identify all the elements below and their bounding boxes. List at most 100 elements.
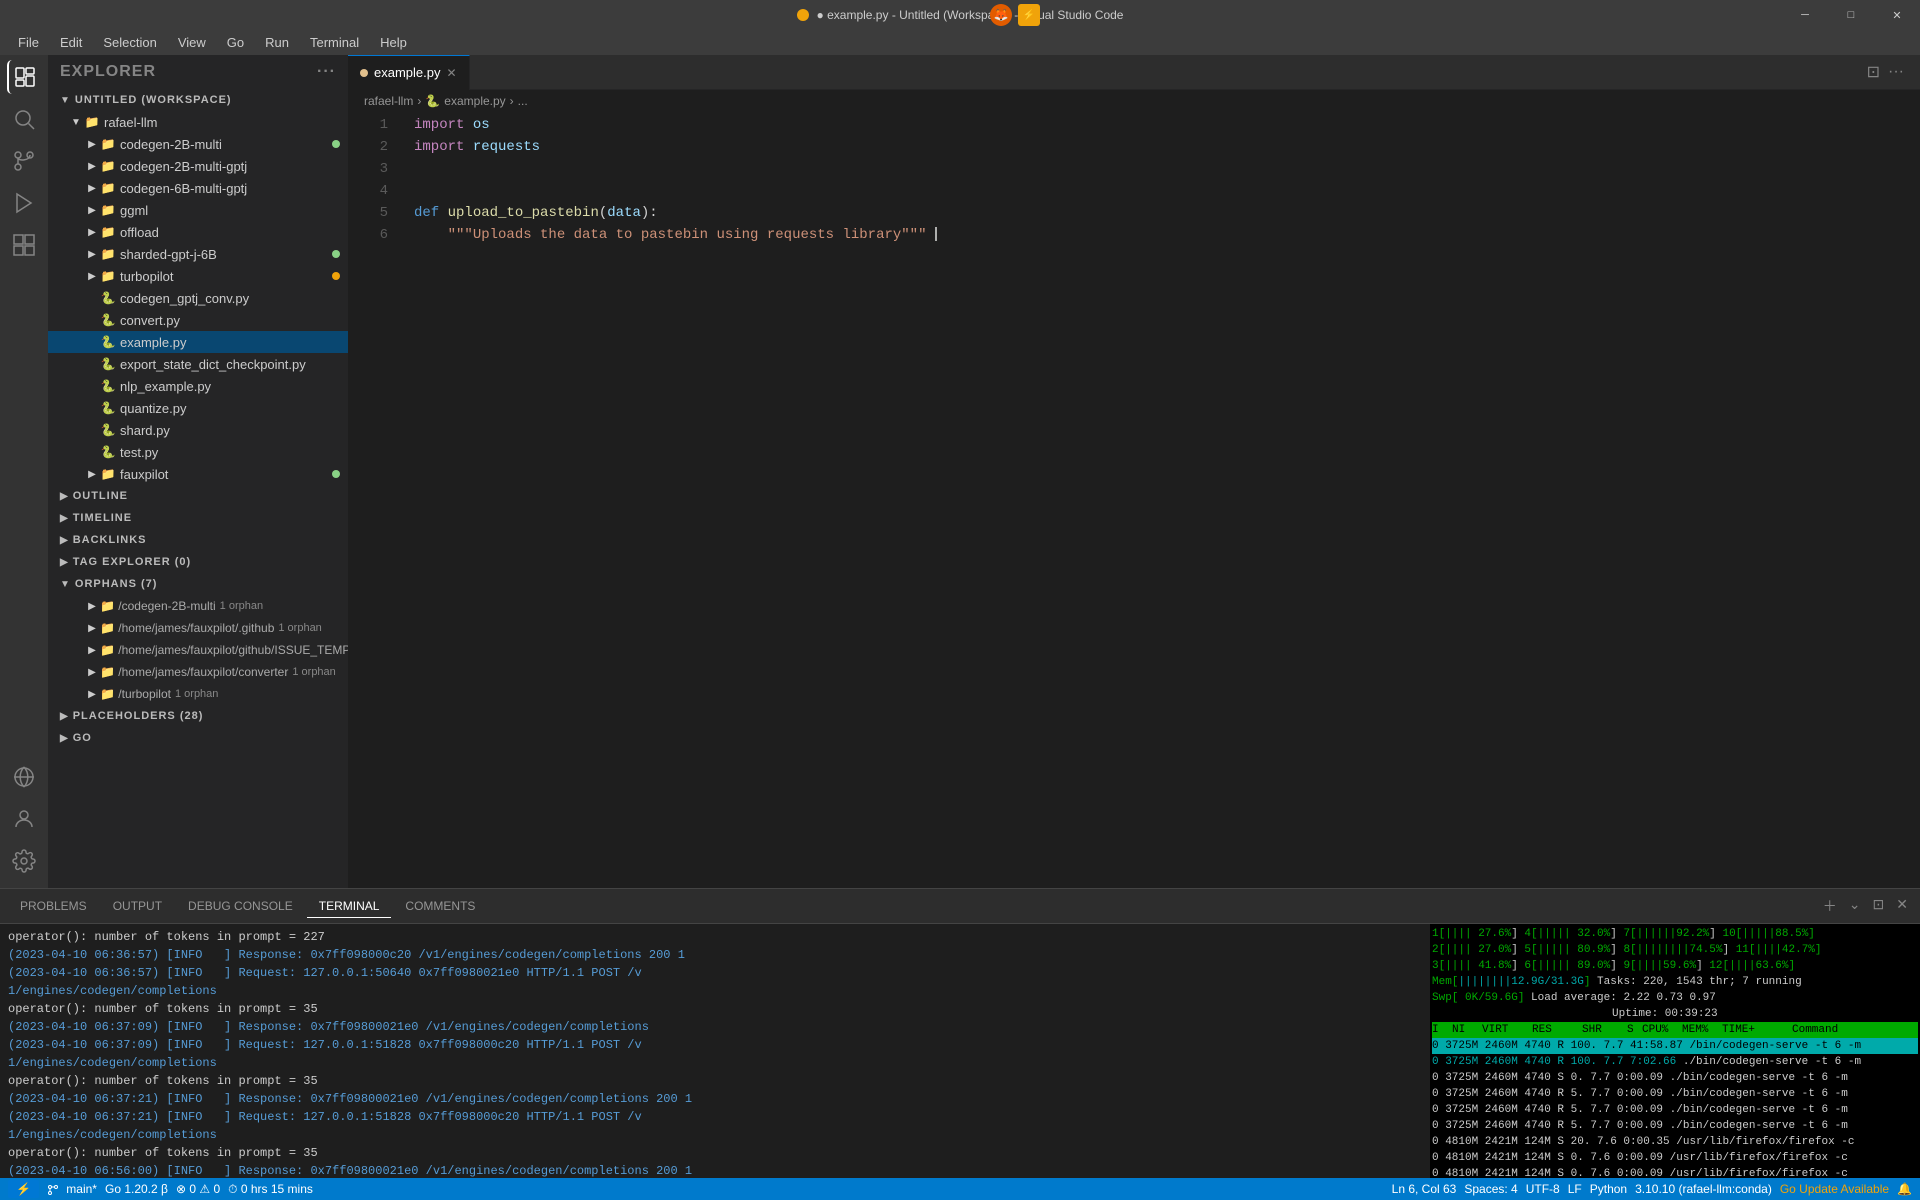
folder-codegen-2b-multi[interactable]: ▶ 📁 codegen-2B-multi: [48, 133, 348, 155]
file-convert[interactable]: ▶ 🐍 convert.py: [48, 309, 348, 331]
section-label: PLACEHOLDERS (28): [73, 710, 204, 722]
orphan-turbopilot[interactable]: ▶ 📁 /turbopilot 1 orphan: [48, 683, 348, 705]
remote-indicator[interactable]: ⚡: [8, 1180, 39, 1198]
time-indicator[interactable]: ⏱ 0 hrs 15 mins: [228, 1182, 313, 1197]
tab-close-icon[interactable]: ✕: [446, 66, 456, 80]
explorer-activity-icon[interactable]: [7, 60, 41, 94]
menu-view[interactable]: View: [170, 33, 214, 52]
terminal-close-icon[interactable]: ✕: [1892, 894, 1912, 918]
python-file-icon: 🐍: [100, 400, 116, 416]
sync-badge: [332, 140, 340, 148]
tag-explorer-section[interactable]: ▶ TAG EXPLORER (0): [48, 551, 348, 573]
tab-terminal[interactable]: TERMINAL: [307, 895, 392, 918]
breadcrumb-symbol[interactable]: ...: [518, 94, 528, 108]
encoding-indicator[interactable]: UTF-8: [1526, 1182, 1560, 1196]
folder-sharded[interactable]: ▶ 📁 sharded-gpt-j-6B: [48, 243, 348, 265]
file-codegen-gptj-conv[interactable]: ▶ 🐍 codegen_gptj_conv.py: [48, 287, 348, 309]
add-terminal-icon[interactable]: ＋: [1819, 894, 1841, 918]
folder-codegen-6b-multi-gptj[interactable]: ▶ 📁 codegen-6B-multi-gptj: [48, 177, 348, 199]
file-nlp[interactable]: ▶ 🐍 nlp_example.py: [48, 375, 348, 397]
file-example[interactable]: ▶ 🐍 example.py: [48, 331, 348, 353]
code-editor-main[interactable]: 1 2 3 4 5 6 import os import requests de…: [348, 112, 1920, 888]
menu-selection[interactable]: Selection: [95, 33, 164, 52]
titlebar: ● example.py - Untitled (Workspace) - Vi…: [0, 0, 1920, 30]
file-quantize[interactable]: ▶ 🐍 quantize.py: [48, 397, 348, 419]
folder-chevron: ▶: [84, 642, 100, 658]
branch-indicator[interactable]: main*: [47, 1182, 97, 1196]
tab-modified-dot: [360, 69, 368, 77]
menu-help[interactable]: Help: [372, 33, 415, 52]
go-update-indicator[interactable]: Go Update Available: [1780, 1182, 1889, 1196]
terminal-output[interactable]: operator(): number of tokens in prompt =…: [0, 924, 1430, 1178]
maximize-button[interactable]: □: [1828, 0, 1874, 30]
settings-activity-icon[interactable]: [7, 844, 41, 878]
sidebar-title: EXPLORER: [60, 63, 156, 81]
file-export[interactable]: ▶ 🐍 export_state_dict_checkpoint.py: [48, 353, 348, 375]
code-content[interactable]: import os import requests def upload_to_…: [398, 112, 1920, 888]
folder-offload[interactable]: ▶ 📁 offload: [48, 221, 348, 243]
file-test[interactable]: ▶ 🐍 test.py: [48, 441, 348, 463]
firefox-icon[interactable]: 🦊: [990, 4, 1012, 26]
sidebar-menu-icon[interactable]: ···: [317, 63, 336, 81]
outline-section[interactable]: ▶ OUTLINE: [48, 485, 348, 507]
folder-rafael-llm[interactable]: ▼ 📁 rafael-llm: [48, 111, 348, 133]
htop-row-selected: 0 3725M 2460M 4740 R 100. 7.7 41:58.87 /…: [1432, 1038, 1918, 1054]
orphan-issue-template[interactable]: ▶ 📁 /home/james/fauxpilot/github/ISSUE_T…: [48, 639, 348, 661]
tab-output[interactable]: OUTPUT: [101, 895, 174, 917]
account-activity-icon[interactable]: [7, 802, 41, 836]
python-env-indicator[interactable]: 3.10.10 (rafael-llm:conda): [1635, 1182, 1772, 1196]
file-shard[interactable]: ▶ 🐍 shard.py: [48, 419, 348, 441]
htop-row-4: 0 3725M 2460M 4740 R 5. 7.7 0:00.09 ./bi…: [1432, 1102, 1918, 1118]
go-version-indicator[interactable]: Go 1.20.2 β: [105, 1182, 168, 1196]
folder-ggml[interactable]: ▶ 📁 ggml: [48, 199, 348, 221]
file-label: nlp_example.py: [120, 379, 211, 394]
folder-fauxpilot[interactable]: ▶ 📁 fauxpilot: [48, 463, 348, 485]
htop-bar-row-3: 3[|||| 41.8%] 6[||||| 89.0%] 9[||||59.6%…: [1432, 958, 1918, 974]
breadcrumb-workspace[interactable]: rafael-llm: [364, 94, 413, 108]
spaces-indicator[interactable]: Spaces: 4: [1464, 1182, 1517, 1196]
menu-go[interactable]: Go: [219, 33, 252, 52]
tab-comments[interactable]: COMMENTS: [393, 895, 487, 917]
error-indicator[interactable]: ⊗ 0 ⚠ 0: [176, 1182, 220, 1196]
notification-bell-icon[interactable]: 🔔: [1897, 1182, 1912, 1196]
menu-file[interactable]: File: [10, 33, 47, 52]
menu-terminal[interactable]: Terminal: [302, 33, 367, 52]
go-section[interactable]: ▶ GO: [48, 727, 348, 749]
folder-codegen-2b-multi-gptj[interactable]: ▶ 📁 codegen-2B-multi-gptj: [48, 155, 348, 177]
modified-badge: [332, 272, 340, 280]
term-line: operator(): number of tokens in prompt =…: [8, 1000, 1422, 1018]
more-actions-icon[interactable]: ···: [1888, 63, 1904, 81]
section-chevron: ▼: [60, 579, 71, 590]
cursor-position-indicator[interactable]: Ln 6, Col 63: [1392, 1182, 1457, 1196]
minimize-button[interactable]: ─: [1782, 0, 1828, 30]
line-ending-indicator[interactable]: LF: [1568, 1182, 1582, 1196]
tab-problems[interactable]: PROBLEMS: [8, 895, 99, 917]
terminal-more-icon[interactable]: ⌄: [1845, 894, 1865, 918]
orphan-converter[interactable]: ▶ 📁 /home/james/fauxpilot/converter 1 or…: [48, 661, 348, 683]
split-editor-icon[interactable]: ⊡: [1867, 62, 1880, 82]
app-icon[interactable]: ⚡: [1018, 4, 1040, 26]
orphan-codegen-2b[interactable]: ▶ 📁 /codegen-2B-multi 1 orphan: [48, 595, 348, 617]
language-indicator[interactable]: Python: [1590, 1182, 1627, 1196]
close-button[interactable]: ✕: [1874, 0, 1920, 30]
menu-edit[interactable]: Edit: [52, 33, 90, 52]
remote-activity-icon[interactable]: [7, 760, 41, 794]
orphans-section[interactable]: ▼ ORPHANS (7): [48, 573, 348, 595]
folder-turbopilot[interactable]: ▶ 📁 turbopilot: [48, 265, 348, 287]
orphan-fauxpilot-github[interactable]: ▶ 📁 /home/james/fauxpilot/.github 1 orph…: [48, 617, 348, 639]
placeholders-section[interactable]: ▶ PLACEHOLDERS (28): [48, 705, 348, 727]
menubar: File Edit Selection View Go Run Terminal…: [0, 30, 1920, 55]
search-activity-icon[interactable]: [7, 102, 41, 136]
tab-debug-console[interactable]: DEBUG CONSOLE: [176, 895, 305, 917]
timeline-section[interactable]: ▶ TIMELINE: [48, 507, 348, 529]
source-control-activity-icon[interactable]: [7, 144, 41, 178]
backlinks-section[interactable]: ▶ BACKLINKS: [48, 529, 348, 551]
workspace-header[interactable]: ▼ UNTITLED (WORKSPACE): [48, 89, 348, 111]
breadcrumb-file[interactable]: example.py: [444, 94, 505, 108]
menu-run[interactable]: Run: [257, 33, 297, 52]
extensions-activity-icon[interactable]: [7, 228, 41, 262]
debug-activity-icon[interactable]: [7, 186, 41, 220]
editor-tab-example[interactable]: example.py ✕: [348, 55, 470, 90]
file-label: example.py: [120, 335, 186, 350]
terminal-split-icon[interactable]: ⊡: [1869, 894, 1889, 918]
